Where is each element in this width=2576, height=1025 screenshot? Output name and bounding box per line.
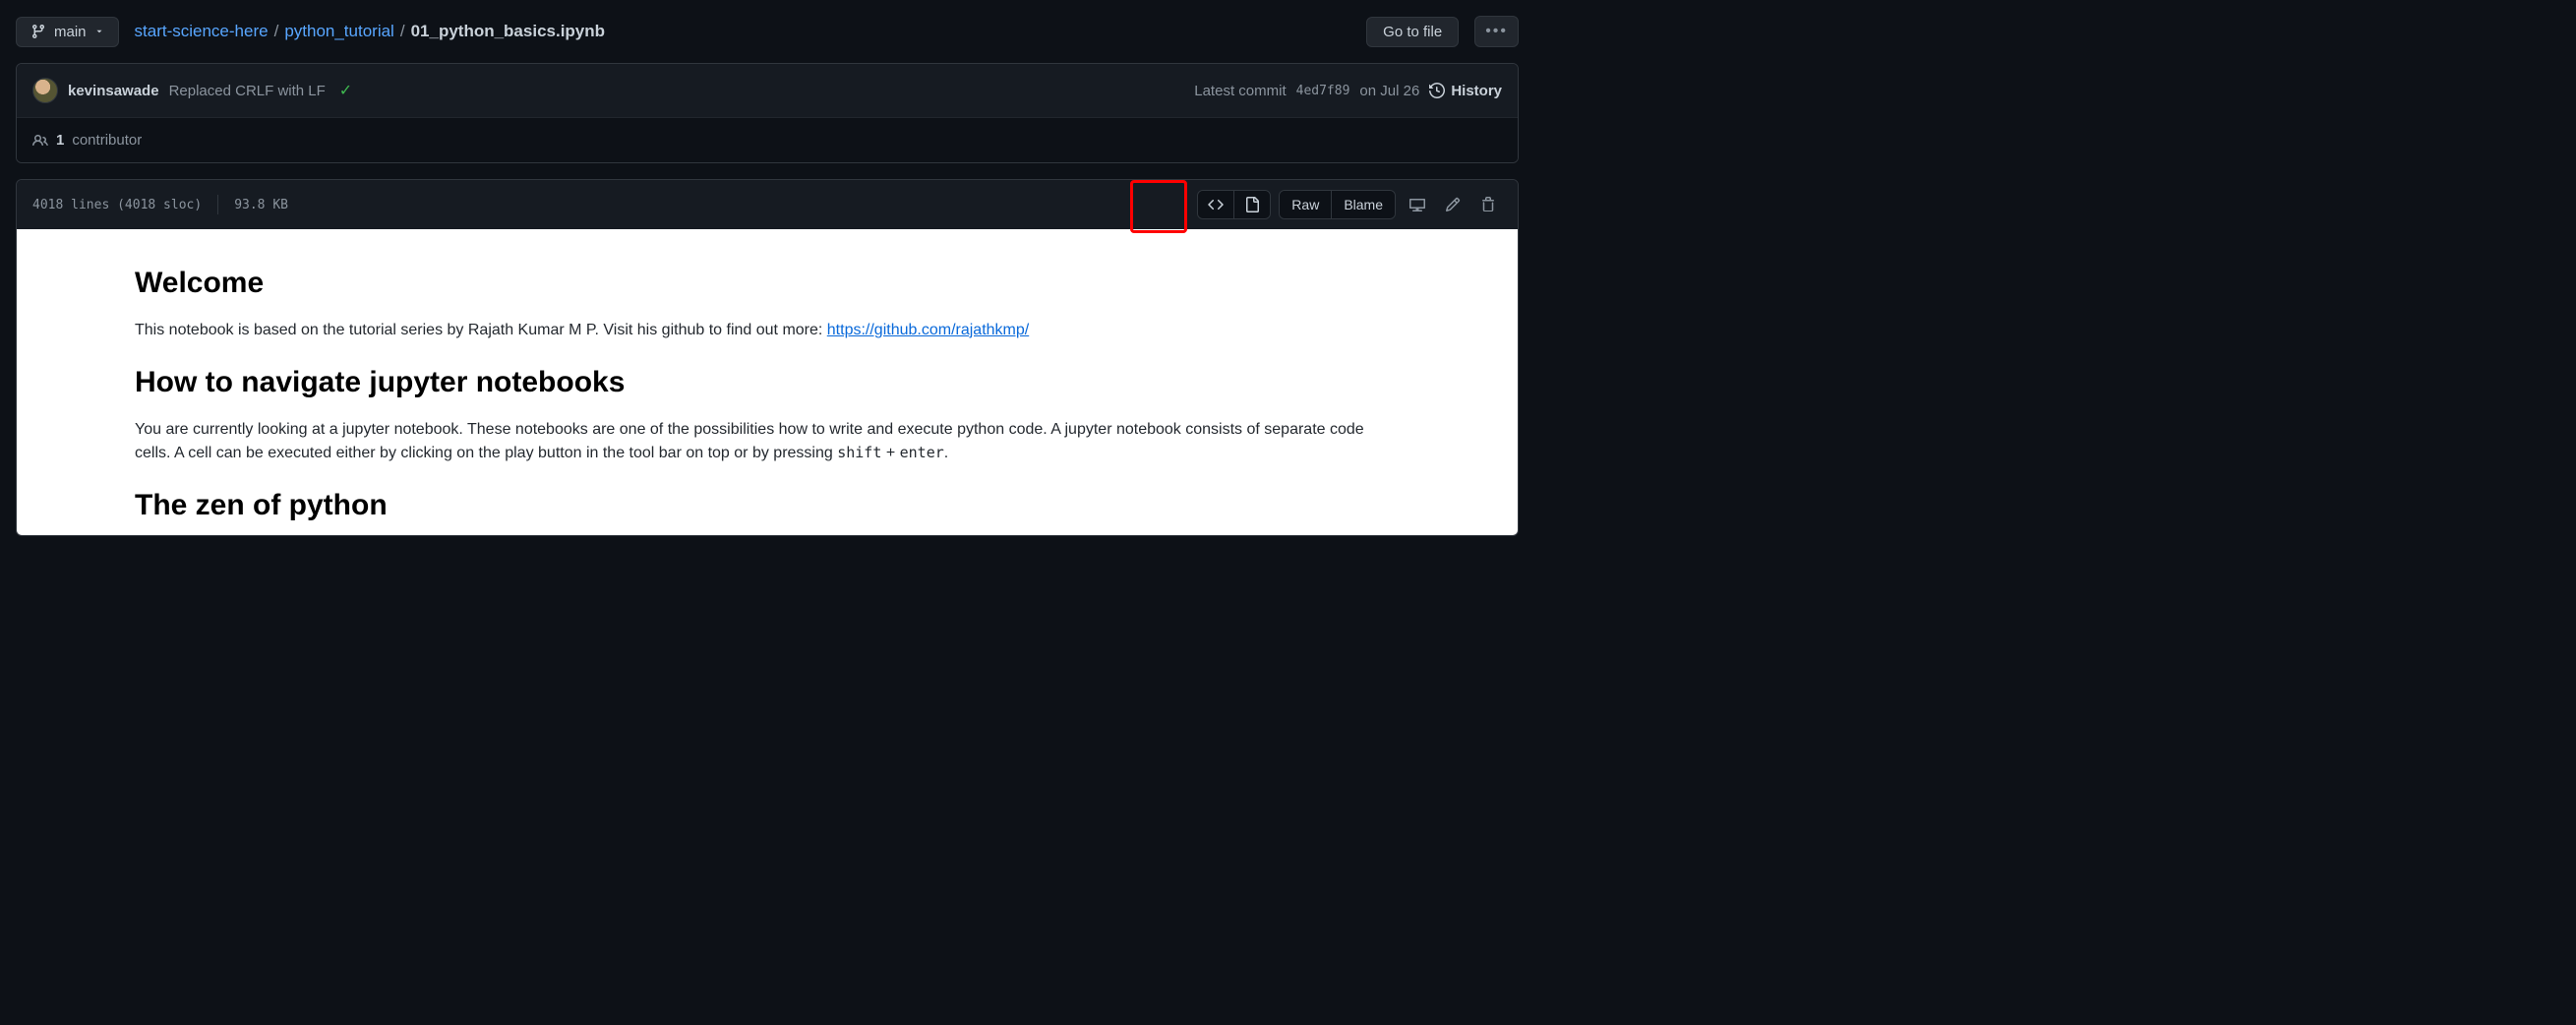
breadcrumb-repo-link[interactable]: start-science-here <box>135 22 269 41</box>
view-mode-group <box>1197 190 1271 219</box>
divider <box>217 195 218 214</box>
heading-welcome: Welcome <box>135 261 1400 305</box>
file-size-info: 93.8 KB <box>234 198 288 212</box>
paragraph-navigate: You are currently looking at a jupyter n… <box>135 418 1400 465</box>
contributors-row[interactable]: 1 contributor <box>17 118 1518 162</box>
blame-button[interactable]: Blame <box>1332 191 1395 218</box>
people-icon <box>32 133 48 149</box>
file-box: 4018 lines (4018 sloc) 93.8 KB Raw Blame <box>16 179 1519 536</box>
status-check-icon[interactable]: ✓ <box>339 81 352 100</box>
file-header: 4018 lines (4018 sloc) 93.8 KB Raw Blame <box>17 180 1518 229</box>
desktop-icon <box>1409 197 1425 212</box>
paragraph-intro: This notebook is based on the tutorial s… <box>135 319 1400 342</box>
code-icon <box>1208 197 1224 212</box>
annotation-highlight-box <box>1130 180 1187 233</box>
history-icon <box>1429 83 1445 98</box>
commit-message-link[interactable]: Replaced CRLF with LF <box>169 83 326 99</box>
file-lines-info: 4018 lines (4018 sloc) <box>32 198 202 212</box>
more-options-button[interactable]: ••• <box>1474 16 1519 47</box>
commit-box: kevinsawade Replaced CRLF with LF ✓ Late… <box>16 63 1519 163</box>
breadcrumb-separator: / <box>274 22 279 41</box>
commit-hash-link[interactable]: 4ed7f89 <box>1296 84 1350 98</box>
contributor-count: 1 <box>56 132 64 149</box>
latest-commit-row: kevinsawade Replaced CRLF with LF ✓ Late… <box>17 64 1518 118</box>
breadcrumb: start-science-here / python_tutorial / 0… <box>135 22 1351 41</box>
branch-select-button[interactable]: main <box>16 17 119 47</box>
breadcrumb-folder-link[interactable]: python_tutorial <box>284 22 394 41</box>
source-view-button[interactable] <box>1198 191 1234 218</box>
heading-navigate: How to navigate jupyter notebooks <box>135 360 1400 404</box>
avatar[interactable] <box>32 78 58 103</box>
branch-name: main <box>54 24 87 40</box>
link-rajathkmp[interactable]: https://github.com/rajathkmp/ <box>827 322 1029 338</box>
raw-button[interactable]: Raw <box>1280 191 1332 218</box>
commit-author-link[interactable]: kevinsawade <box>68 83 159 99</box>
trash-icon <box>1480 197 1496 212</box>
notebook-rendered-content: Welcome This notebook is based on the tu… <box>17 229 1518 535</box>
edit-button[interactable] <box>1439 191 1467 218</box>
go-to-file-button[interactable]: Go to file <box>1366 17 1459 47</box>
latest-commit-label: Latest commit <box>1194 83 1286 99</box>
desktop-button[interactable] <box>1404 191 1431 218</box>
raw-blame-group: Raw Blame <box>1279 190 1396 219</box>
pencil-icon <box>1445 197 1461 212</box>
breadcrumb-current-file: 01_python_basics.ipynb <box>411 22 605 41</box>
commit-date[interactable]: on Jul 26 <box>1359 83 1419 99</box>
kebab-icon: ••• <box>1485 23 1508 39</box>
contributor-label: contributor <box>72 132 142 149</box>
file-icon <box>1244 197 1260 212</box>
rendered-view-button[interactable] <box>1234 191 1270 218</box>
caret-down-icon <box>94 27 104 36</box>
heading-zen: The zen of python <box>135 483 1400 527</box>
git-branch-icon <box>30 24 46 39</box>
delete-button[interactable] <box>1474 191 1502 218</box>
breadcrumb-separator: / <box>400 22 405 41</box>
history-link[interactable]: History <box>1429 83 1502 99</box>
